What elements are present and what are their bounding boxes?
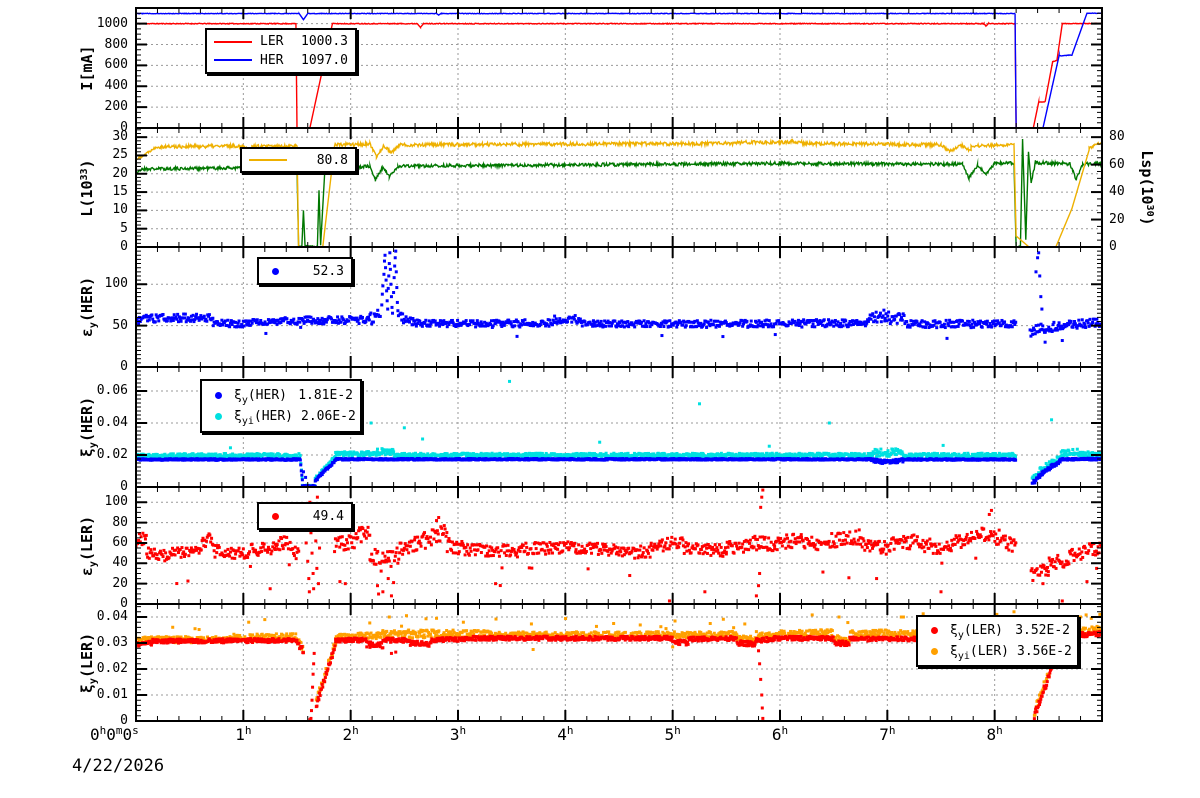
x-tick-label: 6h bbox=[771, 724, 789, 744]
legend-dot-swatch bbox=[272, 267, 279, 275]
legend: 49.4 bbox=[257, 502, 353, 530]
legend-entry: ξyi(LER) 3.56E-2 bbox=[925, 643, 1072, 662]
legend-entry-label: ξyi(LER) bbox=[950, 643, 1010, 662]
legend-entry: 49.4 bbox=[266, 509, 344, 524]
legend-entry-label: ξyi(HER) bbox=[234, 409, 294, 427]
legend-line-swatch bbox=[214, 59, 252, 62]
legend-entry-label: ξy(LER) bbox=[950, 623, 1003, 642]
legend-dot-swatch bbox=[931, 627, 938, 635]
date-label: 4/22/2026 bbox=[72, 756, 165, 776]
legend-entry: 52.3 bbox=[266, 264, 344, 279]
legend-entry: ξy(HER) 1.81E-2 bbox=[209, 388, 353, 406]
legend-entry-value: 49.4 bbox=[312, 508, 344, 524]
legend-entry-value: 2.06E-2 bbox=[301, 409, 356, 424]
y-axis-right-label: Lsp(1030) bbox=[1138, 149, 1156, 226]
legend-line-swatch bbox=[214, 40, 252, 43]
plot-canvas bbox=[0, 0, 1200, 798]
legend-entry-label: LER bbox=[260, 34, 284, 50]
x-tick-label: 7h bbox=[879, 724, 896, 744]
legend: ξy(LER) 3.52E-2 ξyi(LER) 3.56E-2 bbox=[916, 615, 1079, 667]
legend-entry: ξy(LER) 3.52E-2 bbox=[925, 623, 1070, 642]
legend-entry-value: 1000.3 bbox=[301, 34, 348, 50]
y-axis-label: ξy(LER) bbox=[78, 632, 99, 693]
legend-entry-value: 1097.0 bbox=[301, 52, 348, 68]
legend-entry: ξyi(HER) 2.06E-2 bbox=[209, 409, 356, 427]
legend-entry-label: ξy(HER) bbox=[234, 388, 287, 406]
legend-dot-swatch bbox=[931, 647, 938, 655]
legend: 80.8 bbox=[240, 147, 357, 173]
x-tick-label: 0h0m0s bbox=[90, 724, 139, 744]
beam-monitor-plot: 0 200 400 600 800 1000 I[mA] LER 1000.3 HER 1097.0… bbox=[0, 0, 1200, 798]
legend-entry-value: 52.3 bbox=[312, 263, 344, 279]
legend-entry-value: 3.56E-2 bbox=[1017, 643, 1072, 659]
legend-dot-swatch bbox=[272, 512, 279, 520]
x-tick-label: 1h bbox=[235, 724, 252, 744]
legend: ξy(HER) 1.81E-2 ξyi(HER) 2.06E-2 bbox=[200, 379, 362, 433]
x-tick-label: 3h bbox=[449, 724, 467, 744]
x-tick-label: 4h bbox=[557, 724, 574, 744]
legend-entry: LER 1000.3 bbox=[214, 34, 348, 49]
legend-entry: HER 1097.0 bbox=[214, 53, 348, 68]
legend-entry-value: 1.81E-2 bbox=[298, 388, 353, 403]
legend-entry-label: HER bbox=[260, 52, 284, 68]
legend-line-swatch bbox=[249, 159, 287, 161]
legend-entry-value: 3.52E-2 bbox=[1015, 623, 1070, 639]
legend-dot-swatch bbox=[215, 392, 222, 399]
legend: 52.3 bbox=[257, 257, 353, 285]
legend-entry-value: 80.8 bbox=[316, 152, 348, 168]
x-tick-label: 5h bbox=[664, 724, 681, 744]
x-tick-label: 8h bbox=[986, 724, 1003, 744]
legend-dot-swatch bbox=[215, 413, 222, 420]
legend-entry: 80.8 bbox=[249, 153, 348, 168]
legend: LER 1000.3 HER 1097.0 bbox=[205, 28, 357, 74]
x-tick-label: 2h bbox=[342, 724, 359, 744]
